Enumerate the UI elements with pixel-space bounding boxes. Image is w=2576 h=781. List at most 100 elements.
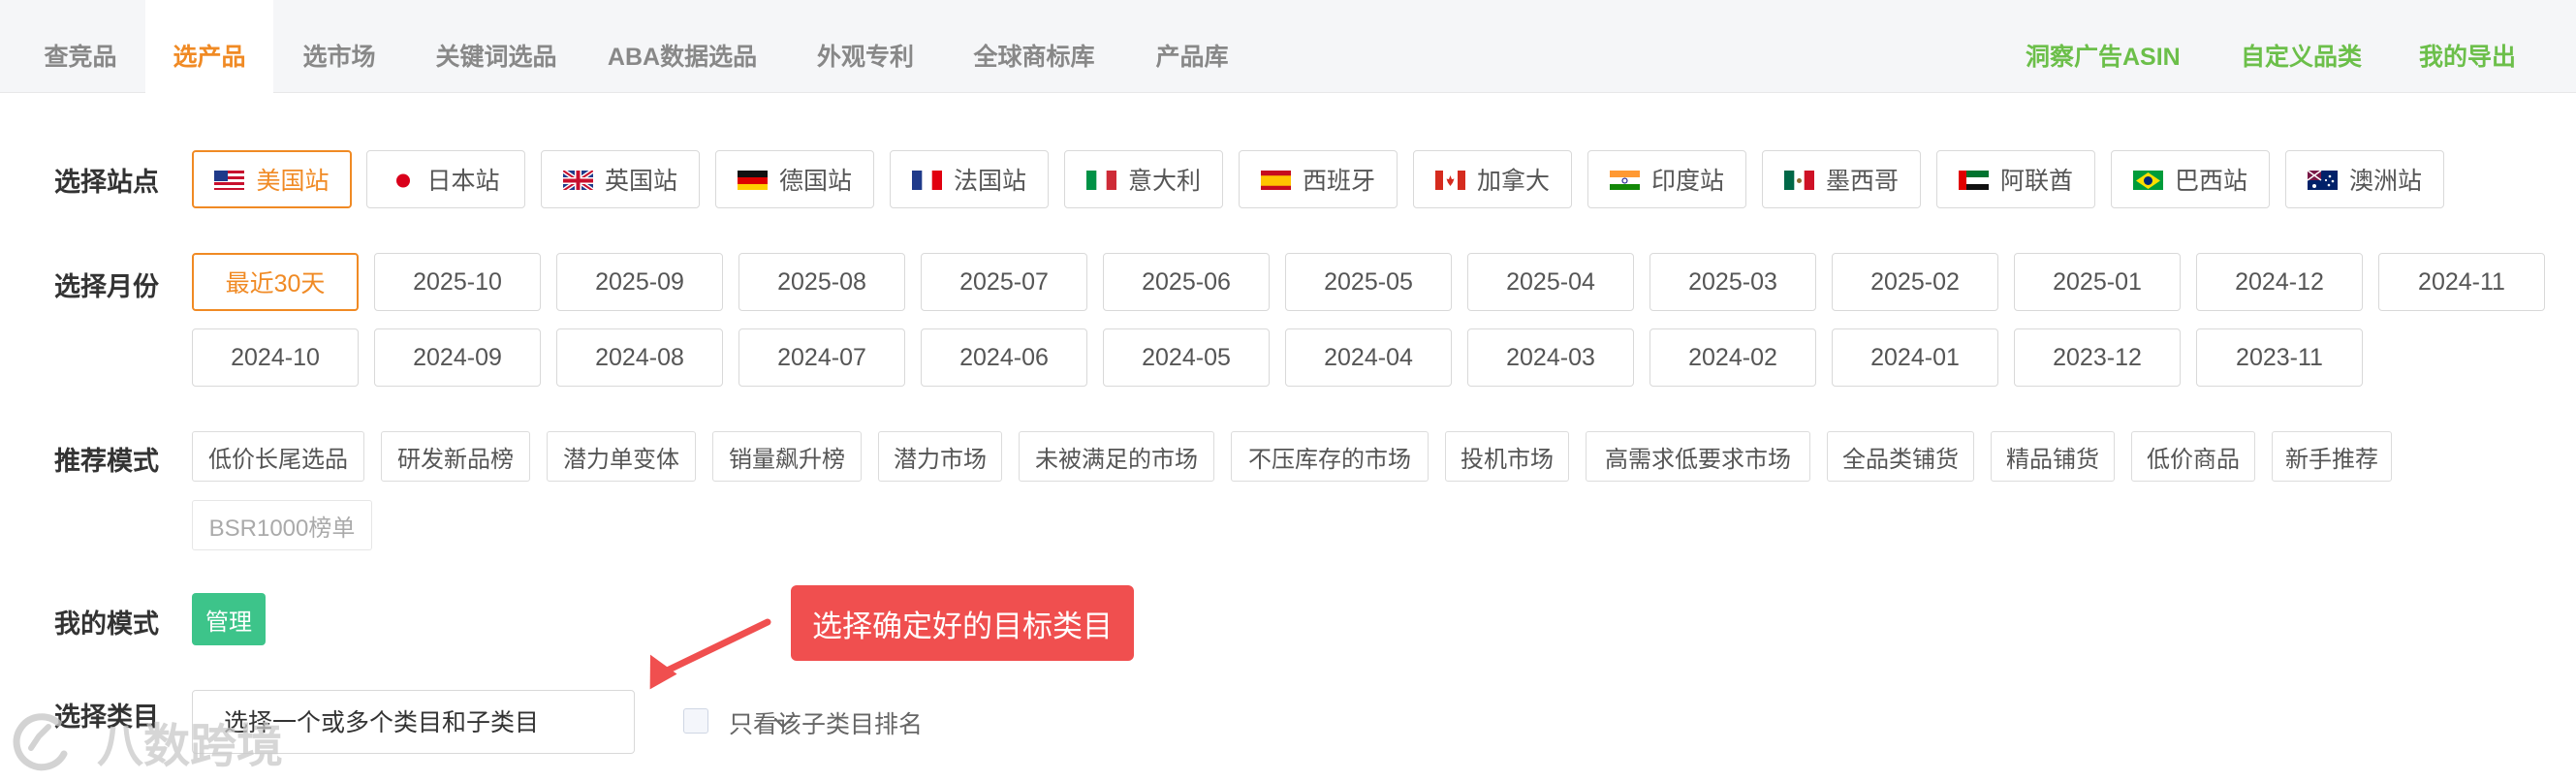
month-chip[interactable]: 2023-11 bbox=[2196, 328, 2363, 387]
site-label: 澳洲站 bbox=[2348, 168, 2422, 195]
site-label: 阿联酋 bbox=[1999, 168, 2073, 195]
tab-select-market[interactable]: 选市场 bbox=[281, 0, 397, 93]
site-label: 加拿大 bbox=[1476, 168, 1550, 195]
month-chip[interactable]: 2024-02 bbox=[1649, 328, 1816, 387]
month-chip[interactable]: 2024-10 bbox=[192, 328, 359, 387]
site-label: 美国站 bbox=[256, 168, 330, 195]
tab-keyword[interactable]: 关键词选品 bbox=[419, 0, 574, 93]
site-label: 日本站 bbox=[426, 168, 500, 195]
mode-tag[interactable]: 潜力市场 bbox=[878, 431, 1002, 482]
watermark: 八数跨境 bbox=[10, 707, 283, 775]
mx-flag-icon bbox=[1783, 170, 1814, 190]
mode-tag[interactable]: 精品铺货 bbox=[1991, 431, 2115, 482]
tab-trademark[interactable]: 全球商标库 bbox=[959, 0, 1109, 93]
site-chip-es[interactable]: 西班牙 bbox=[1239, 150, 1398, 208]
month-chip[interactable]: 2024-06 bbox=[921, 328, 1087, 387]
subcategory-rank-checkbox[interactable] bbox=[683, 708, 708, 734]
ad-asin-link[interactable]: 洞察广告ASIN bbox=[2026, 0, 2181, 93]
month-chip[interactable]: 2025-10 bbox=[374, 253, 541, 311]
month-chip[interactable]: 2024-12 bbox=[2196, 253, 2363, 311]
mode-tag[interactable]: 潜力单变体 bbox=[547, 431, 696, 482]
tab-select-product[interactable]: 选产品 bbox=[145, 0, 273, 94]
my-mode-label: 我的模式 bbox=[54, 609, 159, 639]
month-chip[interactable]: 2024-05 bbox=[1103, 328, 1270, 387]
brand-logo-icon bbox=[13, 713, 68, 771]
custom-category-link[interactable]: 自定义品类 bbox=[2241, 0, 2362, 93]
month-chip[interactable]: 2025-05 bbox=[1285, 253, 1452, 311]
top-nav: 查竞品 选产品 选市场 关键词选品 ABA数据选品 外观专利 全球商标库 产品库… bbox=[0, 0, 2576, 94]
site-label: 印度站 bbox=[1650, 168, 1724, 195]
site-chip-in[interactable]: 印度站 bbox=[1587, 150, 1746, 208]
jp-flag-icon bbox=[392, 170, 415, 190]
mode-tag[interactable]: 研发新品榜 bbox=[381, 431, 530, 482]
site-chip-au[interactable]: 澳洲站 bbox=[2285, 150, 2444, 208]
mode-tag[interactable]: BSR1000榜单 bbox=[192, 500, 372, 550]
site-label: 法国站 bbox=[953, 168, 1026, 195]
site-row-label: 选择站点 bbox=[54, 168, 159, 197]
month-chip[interactable]: 2025-02 bbox=[1832, 253, 1998, 311]
site-chip-fr[interactable]: 法国站 bbox=[890, 150, 1049, 208]
tab-competitor[interactable]: 查竞品 bbox=[21, 0, 140, 93]
tab-product-library[interactable]: 产品库 bbox=[1142, 0, 1242, 93]
site-label: 英国站 bbox=[604, 168, 677, 195]
mode-tag[interactable]: 新手推荐 bbox=[2272, 431, 2392, 482]
month-chip[interactable]: 2025-06 bbox=[1103, 253, 1270, 311]
month-chip[interactable]: 2025-03 bbox=[1649, 253, 1816, 311]
site-chip-ca[interactable]: 加拿大 bbox=[1413, 150, 1572, 208]
subcategory-rank-label: 只看该子类目排名 bbox=[729, 711, 924, 738]
month-chip[interactable]: 2025-04 bbox=[1467, 253, 1634, 311]
month-chip[interactable]: 2024-07 bbox=[738, 328, 905, 387]
mode-tag[interactable]: 销量飙升榜 bbox=[712, 431, 862, 482]
site-chip-it[interactable]: 意大利 bbox=[1064, 150, 1223, 208]
us-flag-icon bbox=[214, 170, 245, 190]
mode-tag[interactable]: 低价长尾选品 bbox=[192, 431, 364, 482]
watermark-text: 八数跨境 bbox=[97, 721, 284, 772]
month-chip[interactable]: 2024-08 bbox=[556, 328, 723, 387]
site-chip-uk[interactable]: 英国站 bbox=[541, 150, 700, 208]
month-row-label: 选择月份 bbox=[54, 272, 159, 301]
month-chip[interactable]: 2024-09 bbox=[374, 328, 541, 387]
tab-aba[interactable]: ABA数据选品 bbox=[599, 0, 766, 93]
month-chip[interactable]: 2025-01 bbox=[2014, 253, 2181, 311]
br-flag-icon bbox=[2132, 170, 2163, 190]
es-flag-icon bbox=[1260, 170, 1291, 190]
site-chip-us[interactable]: 美国站 bbox=[192, 150, 352, 208]
mode-tag[interactable]: 投机市场 bbox=[1445, 431, 1569, 482]
site-label: 意大利 bbox=[1127, 168, 1201, 195]
site-chip-jp[interactable]: 日本站 bbox=[366, 150, 525, 208]
uk-flag-icon bbox=[562, 169, 593, 190]
ca-flag-icon bbox=[1434, 170, 1465, 190]
month-chip[interactable]: 2024-01 bbox=[1832, 328, 1998, 387]
ae-flag-icon bbox=[1958, 170, 1989, 190]
site-chip-mx[interactable]: 墨西哥 bbox=[1762, 150, 1921, 208]
month-chip[interactable]: 2024-03 bbox=[1467, 328, 1634, 387]
fr-flag-icon bbox=[911, 170, 942, 190]
site-chip-de[interactable]: 德国站 bbox=[715, 150, 874, 208]
site-label: 德国站 bbox=[778, 168, 852, 195]
in-flag-icon bbox=[1609, 170, 1640, 190]
month-chip-recent30[interactable]: 最近30天 bbox=[192, 253, 359, 311]
mode-tag[interactable]: 低价商品 bbox=[2131, 431, 2255, 482]
month-chip[interactable]: 2025-08 bbox=[738, 253, 905, 311]
de-flag-icon bbox=[737, 170, 768, 190]
site-label: 西班牙 bbox=[1302, 168, 1375, 195]
annotation-arrow-icon bbox=[649, 618, 771, 690]
it-flag-icon bbox=[1085, 170, 1116, 190]
site-chip-ae[interactable]: 阿联酋 bbox=[1936, 150, 2095, 208]
month-chip[interactable]: 2024-11 bbox=[2378, 253, 2545, 311]
mode-row-label: 推荐模式 bbox=[54, 447, 159, 476]
mode-tag[interactable]: 不压库存的市场 bbox=[1231, 431, 1429, 482]
site-chip-br[interactable]: 巴西站 bbox=[2111, 150, 2270, 208]
month-chip[interactable]: 2024-04 bbox=[1285, 328, 1452, 387]
tab-design-patent[interactable]: 外观专利 bbox=[802, 0, 928, 93]
site-label: 巴西站 bbox=[2174, 168, 2247, 195]
month-chip[interactable]: 2023-12 bbox=[2014, 328, 2181, 387]
site-label: 墨西哥 bbox=[1825, 168, 1899, 195]
mode-tag[interactable]: 未被满足的市场 bbox=[1019, 431, 1214, 482]
month-chip[interactable]: 2025-07 bbox=[921, 253, 1087, 311]
manage-button[interactable]: 管理 bbox=[192, 593, 266, 645]
month-chip[interactable]: 2025-09 bbox=[556, 253, 723, 311]
mode-tag[interactable]: 全品类铺货 bbox=[1827, 431, 1974, 482]
my-export-link[interactable]: 我的导出 bbox=[2419, 0, 2516, 93]
mode-tag[interactable]: 高需求低要求市场 bbox=[1586, 431, 1810, 482]
